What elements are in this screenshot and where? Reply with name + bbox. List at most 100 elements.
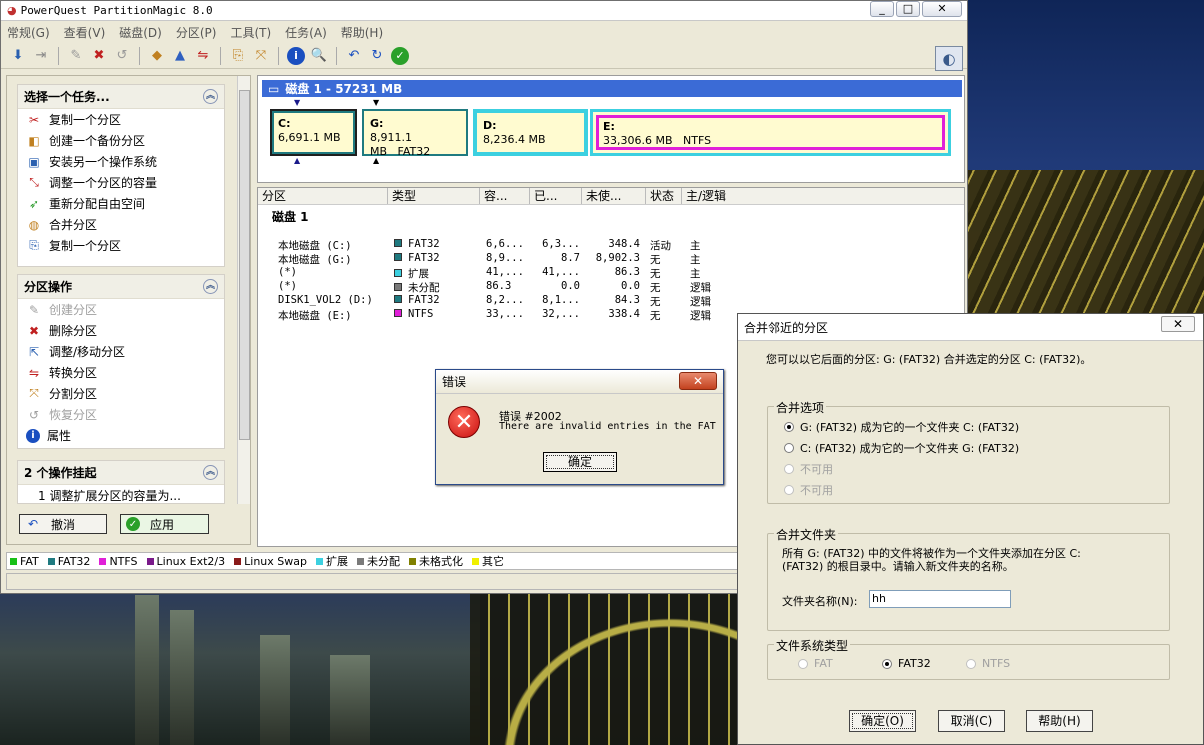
resize-icon[interactable]: ◆ <box>148 47 166 65</box>
task-create-backup[interactable]: ◧ 创建一个备份分区 <box>18 130 224 151</box>
col-status[interactable]: 状态 <box>646 188 682 204</box>
undelete-icon[interactable]: ↺ <box>113 47 131 65</box>
col-partition[interactable]: 分区 <box>258 188 388 204</box>
menu-help[interactable]: 帮助(H) <box>341 24 383 41</box>
menu-tasks[interactable]: 任务(A) <box>285 24 327 41</box>
task-resize-partition[interactable]: ⤡ 调整一个分区的容量 <box>18 172 224 193</box>
merge-option-unavailable-2[interactable]: 不可用 <box>784 482 833 498</box>
task-merge-partitions[interactable]: ◍ 合并分区 <box>18 214 224 235</box>
cell-partition-name: (*) <box>278 266 297 278</box>
copy-partition-icon: ⎘ <box>29 238 39 252</box>
apply-button[interactable]: ✓ 应用 <box>120 514 209 534</box>
folder-name-label: 文件夹名称(N): <box>782 595 858 608</box>
col-unused[interactable]: 未使... <box>582 188 646 204</box>
redo-icon[interactable]: ↻ <box>368 47 386 65</box>
error-dialog-title: 错误 <box>442 375 467 389</box>
app-icon: ◕ <box>7 4 17 17</box>
convert-icon[interactable]: ⇋ <box>194 47 212 65</box>
info-icon[interactable]: i <box>287 46 305 65</box>
close-button[interactable]: ✕ <box>679 372 717 390</box>
minimize-button[interactable]: _ <box>870 1 894 17</box>
table-row[interactable]: (*) 扩展 41,... 41,... 86.3 无 主 <box>258 266 964 280</box>
cell-partition-name: 本地磁盘 (C:) <box>278 240 352 252</box>
cell-used: 41,... <box>542 266 580 278</box>
partition-block-d[interactable]: D: 8,236.4 MB <box>473 109 588 156</box>
partition-block-e[interactable]: E: 33,306.6 MB NTFS <box>590 109 951 156</box>
col-primary-logical[interactable]: 主/逻辑 <box>682 188 740 204</box>
disk-header[interactable]: ▭ 磁盘 1 - 57231 MB <box>262 80 962 97</box>
merge-icon[interactable]: ⤧ <box>252 47 270 65</box>
close-button[interactable]: ✕ <box>922 1 962 17</box>
legend-swatch <box>408 557 416 565</box>
ok-button[interactable]: 确定(O) <box>849 710 916 732</box>
search-icon[interactable]: 🔍 <box>310 47 328 65</box>
pending-op-item[interactable]: 1 调整扩展分区的容量为... <box>18 485 224 504</box>
table-row[interactable]: (*) 未分配 86.3 0.0 0.0 无 逻辑 <box>258 280 964 294</box>
merge-folder-group: 合并文件夹 所有 G: (FAT32) 中的文件将被作为一个文件夹添加在分区 C… <box>767 526 1170 631</box>
menu-disk[interactable]: 磁盘(D) <box>119 24 162 41</box>
task-install-os[interactable]: ▣ 安装另一个操作系统 <box>18 151 224 172</box>
menu-general[interactable]: 常规(G) <box>7 24 50 41</box>
merge-option-g-into-c[interactable]: G: (FAT32) 成为它的一个文件夹 C: (FAT32) <box>784 419 1019 435</box>
legend-item: FAT <box>10 555 39 568</box>
cell-used: 0.0 <box>561 280 580 292</box>
op-split[interactable]: ⤧ 分割分区 <box>18 383 224 404</box>
cell-used: 6,3... <box>542 238 580 250</box>
table-row[interactable]: DISK1_VOL2 (D:) FAT32 8,2... 8,1... 84.3 无 逻辑 <box>258 294 964 308</box>
menu-view[interactable]: 查看(V) <box>64 24 106 41</box>
op-resize-move[interactable]: ⇱ 调整/移动分区 <box>18 341 224 362</box>
merge-option-unavailable-1[interactable]: 不可用 <box>784 461 833 477</box>
merge-option-c-into-g[interactable]: C: (FAT32) 成为它的一个文件夹 G: (FAT32) <box>784 440 1019 456</box>
op-recover[interactable]: ↺ 恢复分区 <box>18 404 224 425</box>
maximize-button[interactable]: □ <box>896 1 920 17</box>
table-row[interactable]: 本地磁盘 (G:) FAT32 8,9... 8.7 8,902.3 无 主 <box>258 252 964 266</box>
undo-icon[interactable]: ↶ <box>345 47 363 65</box>
type-swatch <box>394 283 402 291</box>
ok-button[interactable]: 确定 <box>543 452 617 472</box>
copy-icon[interactable]: ⎘ <box>229 47 247 65</box>
format-icon[interactable]: ✎ <box>67 47 85 65</box>
merge-dialog-title: 合并邻近的分区 <box>744 320 829 335</box>
col-used[interactable]: 已... <box>530 188 582 204</box>
op-create-partition[interactable]: ✎ 创建分区 <box>18 299 224 320</box>
folder-name-input[interactable]: hh <box>869 590 1011 608</box>
op-delete-partition[interactable]: ✖ 删除分区 <box>18 320 224 341</box>
fs-option-fat[interactable]: FAT <box>798 657 833 670</box>
type-swatch <box>394 295 402 303</box>
task-redistribute-space[interactable]: ➶ 重新分配自由空间 <box>18 193 224 214</box>
cancel-button[interactable]: 取消(C) <box>938 710 1005 732</box>
move-partition-icon[interactable]: ⇥ <box>32 47 50 65</box>
cell-unused: 0.0 <box>621 280 640 292</box>
marker-top-icon: ▼ <box>294 98 301 107</box>
table-row[interactable]: 本地磁盘 (C:) FAT32 6,6... 6,3... 348.4 活动 主 <box>258 238 964 252</box>
menu-tools[interactable]: 工具(T) <box>230 24 271 41</box>
cell-used: 32,... <box>542 308 580 320</box>
help-button[interactable]: 帮助(H) <box>1026 710 1093 732</box>
op-convert[interactable]: ⇋ 转换分区 <box>18 362 224 383</box>
close-button[interactable]: ✕ <box>1161 316 1195 332</box>
col-type[interactable]: 类型 <box>388 188 480 204</box>
task-copy-partition-2[interactable]: ⎘ 复制一个分区 <box>18 235 224 256</box>
undo-button[interactable]: ↶ 撤消 <box>19 514 107 534</box>
legend-swatch <box>471 557 479 565</box>
col-capacity[interactable]: 容... <box>480 188 530 204</box>
merge-options-title: 合并选项 <box>774 399 827 416</box>
task-panel-scrollbar[interactable] <box>237 76 250 504</box>
partition-block-c[interactable]: C: 6,691.1 MB <box>270 109 357 156</box>
menu-partition[interactable]: 分区(P) <box>176 24 217 41</box>
task-copy-partition[interactable]: ✂ 复制一个分区 <box>18 109 224 130</box>
collapse-icon[interactable]: ︽ <box>203 279 218 294</box>
delete-icon[interactable]: ✖ <box>90 47 108 65</box>
fs-option-ntfs[interactable]: NTFS <box>966 657 1010 670</box>
properties-icon[interactable]: ▲ <box>171 47 189 65</box>
folder-description-2: (FAT32) 的根目录中。请输入新文件夹的名称。 <box>782 560 1014 573</box>
collapse-icon[interactable]: ︽ <box>203 465 218 480</box>
apply-icon[interactable]: ✓ <box>391 46 409 65</box>
partition-block-g[interactable]: G: 8,911.1 MB FAT32 <box>362 109 468 158</box>
create-partition-icon[interactable]: ⬇ <box>9 47 27 65</box>
cell-partition-name: (*) <box>278 280 297 292</box>
fs-option-fat32[interactable]: FAT32 <box>882 657 931 670</box>
merge-folder-title: 合并文件夹 <box>774 526 839 543</box>
op-properties[interactable]: i 属性 <box>18 425 224 446</box>
collapse-icon[interactable]: ︽ <box>203 89 218 104</box>
